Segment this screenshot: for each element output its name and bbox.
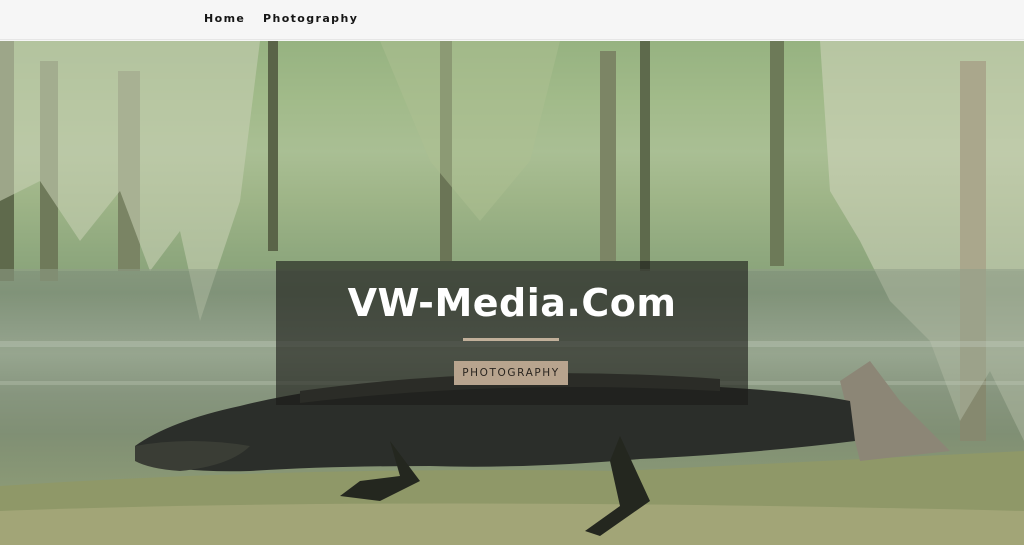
nav-link-home[interactable]: Home: [204, 12, 245, 25]
hero-banner: VW-Media.Com PHOTOGRAPHY: [0, 41, 1024, 545]
title-overlay-panel: VW-Media.Com PHOTOGRAPHY: [276, 261, 748, 405]
nav-link-photography[interactable]: Photography: [263, 12, 358, 25]
photography-button[interactable]: PHOTOGRAPHY: [454, 361, 568, 385]
top-navigation-bar: Home Photography: [0, 0, 1024, 40]
site-title: VW-Media.Com: [347, 281, 677, 325]
title-divider: [463, 338, 559, 341]
